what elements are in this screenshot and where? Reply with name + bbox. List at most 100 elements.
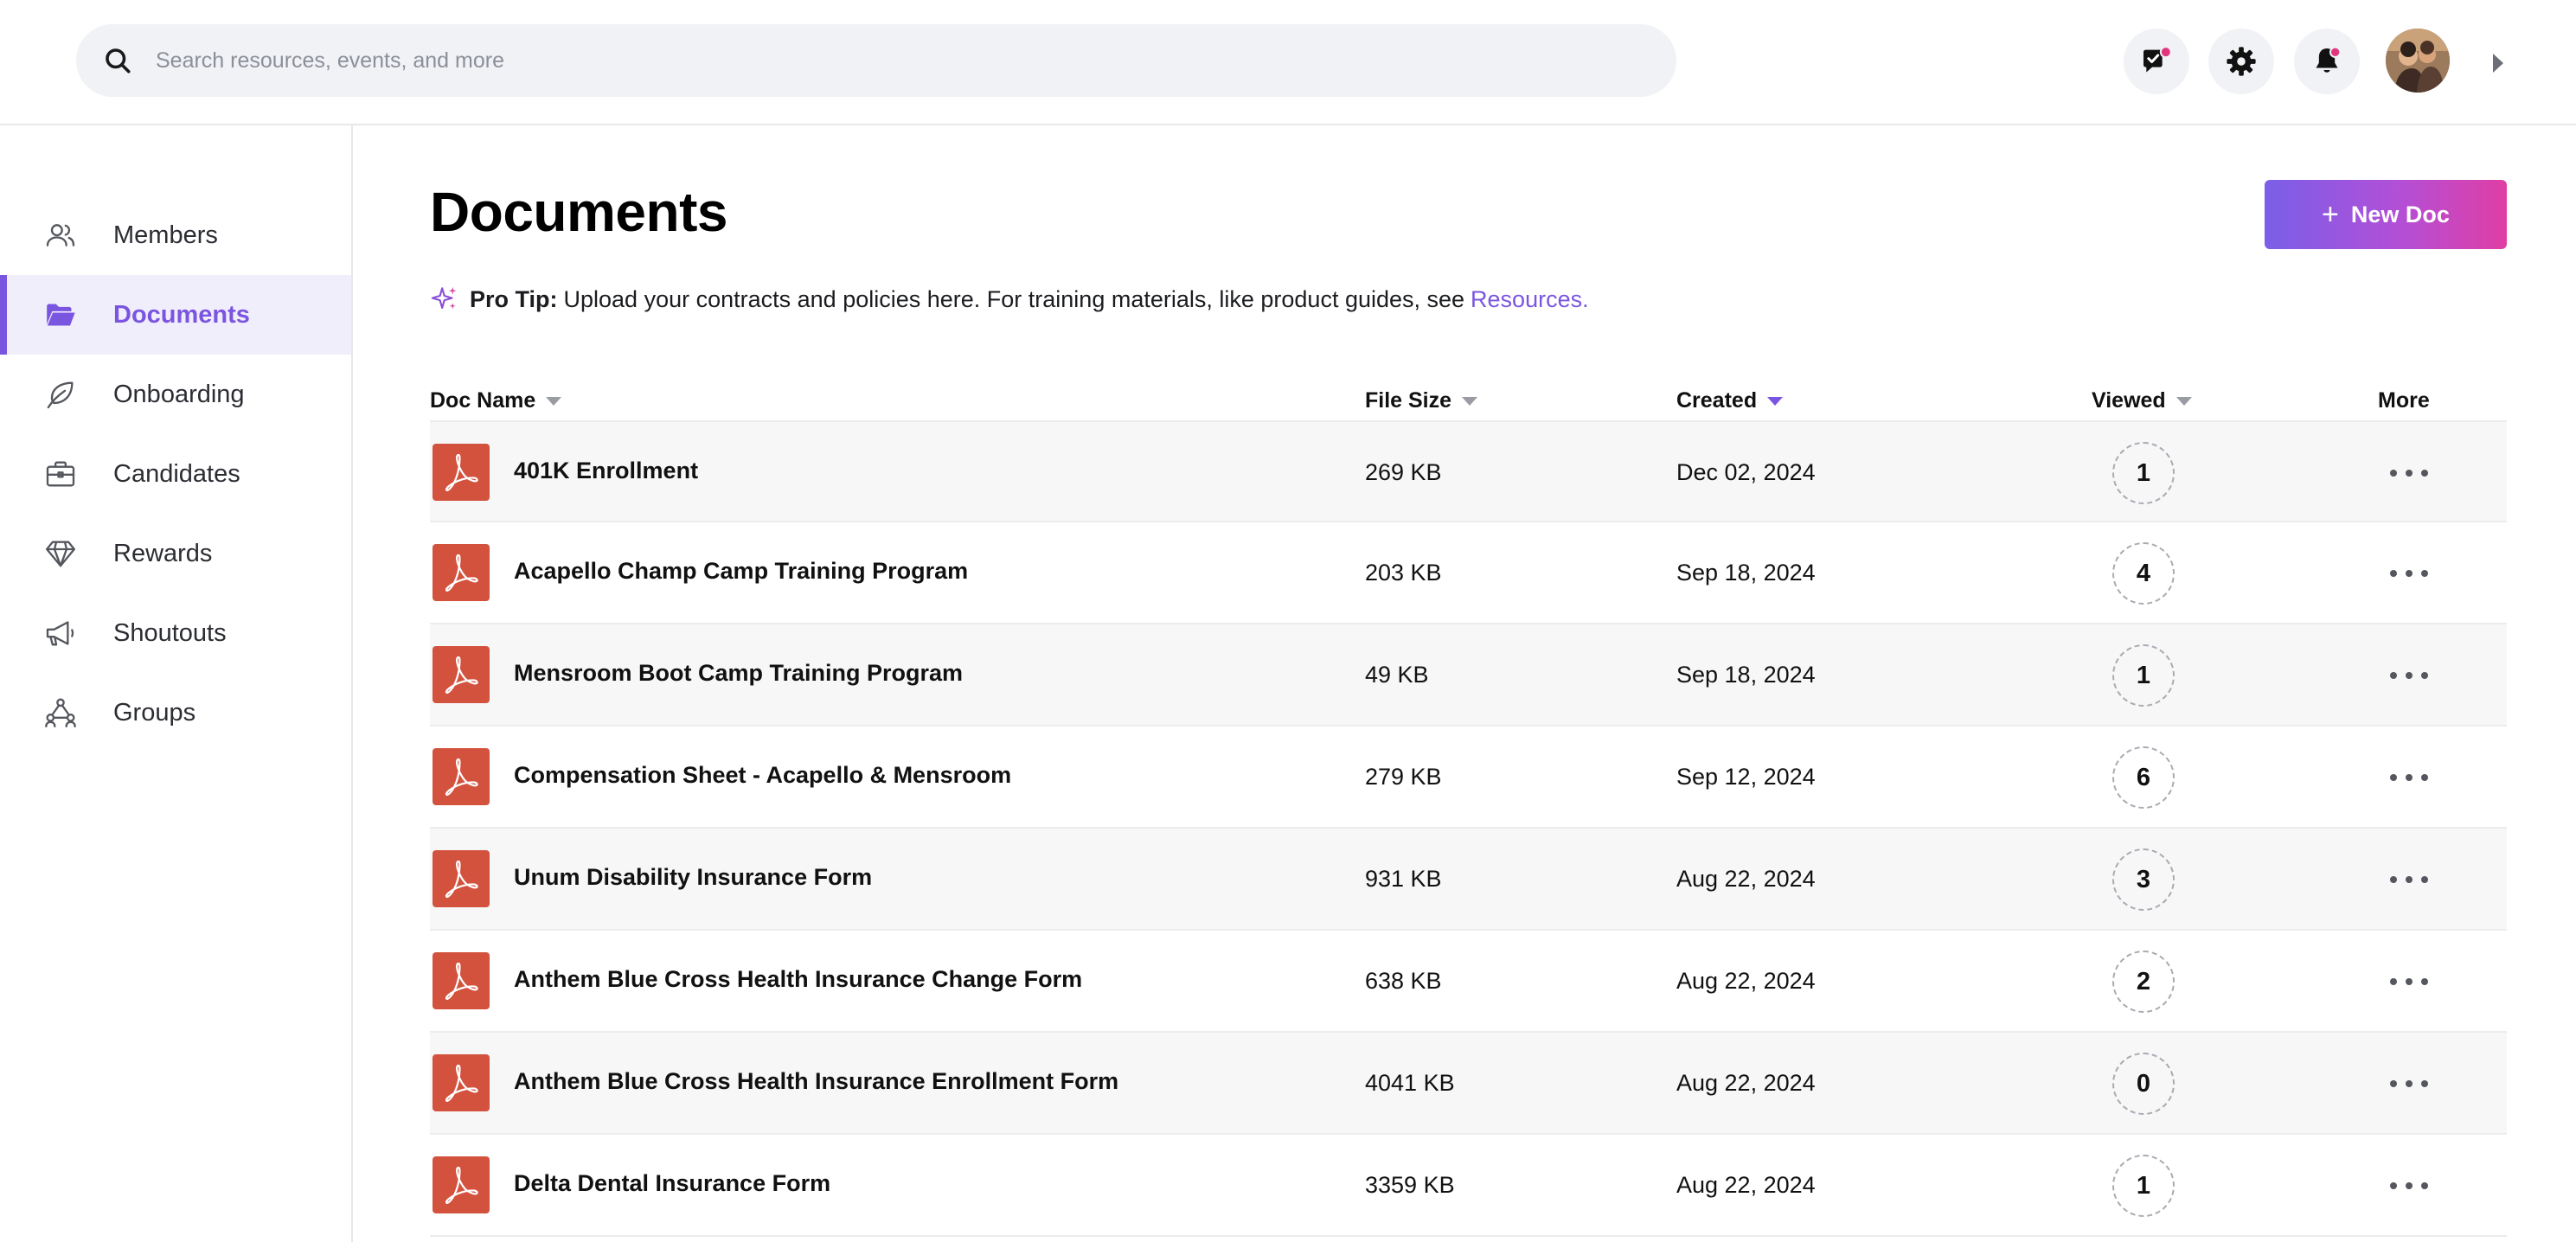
- sidebar-item-members[interactable]: Members: [0, 195, 351, 275]
- column-label: Created: [1676, 387, 1758, 413]
- search-input[interactable]: [156, 24, 1644, 97]
- sort-down-icon: [546, 397, 562, 406]
- dot: [2390, 672, 2397, 679]
- sort-down-icon: [2176, 397, 2192, 406]
- doc-name[interactable]: 401K Enrollment: [514, 458, 698, 484]
- avatar[interactable]: [2386, 29, 2450, 93]
- pro-tip: Pro Tip: Upload your contracts and polic…: [430, 282, 1589, 317]
- viewed-count[interactable]: 1: [2112, 1155, 2175, 1217]
- folder-open-icon: [47, 304, 75, 326]
- table-row[interactable]: Mensroom Boot Camp Training Program 49 K…: [430, 624, 2507, 727]
- column-file-size[interactable]: File Size: [1365, 381, 1478, 420]
- sidebar-item-shoutouts[interactable]: Shoutouts: [0, 593, 351, 673]
- dot: [2406, 1080, 2413, 1087]
- sidebar: Members Documents Onboarding Candidates …: [0, 125, 353, 1242]
- sidebar-item-candidates[interactable]: Candidates: [0, 434, 351, 514]
- doc-name[interactable]: Compensation Sheet - Acapello & Mensroom: [514, 762, 1011, 789]
- column-doc-name[interactable]: Doc Name: [430, 381, 562, 420]
- dot: [2406, 470, 2413, 477]
- created-date: Aug 22, 2024: [1676, 968, 1816, 994]
- chat-notification-icon: [2143, 46, 2172, 73]
- file-size: 4041 KB: [1365, 1070, 1455, 1096]
- table-row[interactable]: 401K Enrollment 269 KB Dec 02, 2024 1: [430, 420, 2507, 522]
- viewed-count[interactable]: 4: [2112, 542, 2175, 605]
- caret-right-icon[interactable]: [2493, 54, 2503, 73]
- dot: [2390, 1080, 2397, 1087]
- created-date: Sep 12, 2024: [1676, 764, 1816, 790]
- doc-name[interactable]: Acapello Champ Camp Training Program: [514, 558, 968, 585]
- dot: [2390, 470, 2397, 477]
- more-button[interactable]: [2385, 663, 2433, 688]
- column-created[interactable]: Created: [1676, 381, 1784, 420]
- pdf-file-icon: [433, 850, 490, 907]
- gear-icon: [2227, 47, 2256, 76]
- sidebar-item-documents[interactable]: Documents: [0, 275, 351, 355]
- dot: [2421, 570, 2428, 577]
- top-bar: [0, 0, 2576, 125]
- messages-button[interactable]: [2124, 29, 2189, 94]
- more-button[interactable]: [2385, 765, 2433, 791]
- settings-button[interactable]: [2208, 29, 2274, 94]
- viewed-count[interactable]: 2: [2112, 951, 2175, 1013]
- table-row[interactable]: Anthem Blue Cross Health Insurance Chang…: [430, 931, 2507, 1033]
- resources-link[interactable]: Resources.: [1471, 286, 1589, 313]
- more-button[interactable]: [2385, 969, 2433, 995]
- column-label: Doc Name: [430, 387, 536, 413]
- created-date: Aug 22, 2024: [1676, 866, 1816, 892]
- table-row[interactable]: Unum Disability Insurance Form 931 KB Au…: [430, 829, 2507, 931]
- doc-name[interactable]: Anthem Blue Cross Health Insurance Enrol…: [514, 1068, 1118, 1095]
- more-button[interactable]: [2385, 460, 2433, 486]
- search-bar[interactable]: [76, 24, 1676, 97]
- dot: [2406, 876, 2413, 883]
- sidebar-item-rewards[interactable]: Rewards: [0, 514, 351, 593]
- dot: [2421, 672, 2428, 679]
- file-size: 638 KB: [1365, 968, 1442, 994]
- column-viewed[interactable]: Viewed: [2092, 381, 2192, 420]
- viewed-count[interactable]: 0: [2112, 1053, 2175, 1115]
- table-row[interactable]: Anthem Blue Cross Health Insurance Enrol…: [430, 1033, 2507, 1135]
- file-size: 203 KB: [1365, 560, 1442, 586]
- dot: [2406, 978, 2413, 985]
- sidebar-item-label: Members: [113, 221, 218, 249]
- sidebar-item-groups[interactable]: Groups: [0, 673, 351, 752]
- column-label: File Size: [1365, 387, 1452, 413]
- viewed-count[interactable]: 1: [2112, 442, 2175, 504]
- dot: [2406, 570, 2413, 577]
- doc-name[interactable]: Mensroom Boot Camp Training Program: [514, 660, 963, 687]
- table-row[interactable]: Compensation Sheet - Acapello & Mensroom…: [430, 727, 2507, 829]
- more-button[interactable]: [2385, 560, 2433, 586]
- briefcase-icon: [46, 461, 75, 487]
- pdf-file-icon: [433, 1156, 490, 1213]
- doc-name[interactable]: Unum Disability Insurance Form: [514, 864, 872, 891]
- documents-table: 401K Enrollment 269 KB Dec 02, 2024 1 Ac…: [430, 420, 2507, 1237]
- notifications-button[interactable]: [2294, 29, 2360, 94]
- more-button[interactable]: [2385, 1173, 2433, 1199]
- file-size: 49 KB: [1365, 662, 1429, 688]
- viewed-count[interactable]: 3: [2112, 848, 2175, 911]
- users-icon: [46, 224, 75, 246]
- sidebar-item-onboarding[interactable]: Onboarding: [0, 355, 351, 434]
- doc-name[interactable]: Delta Dental Insurance Form: [514, 1170, 830, 1197]
- table-row[interactable]: Delta Dental Insurance Form 3359 KB Aug …: [430, 1135, 2507, 1237]
- viewed-count[interactable]: 1: [2112, 644, 2175, 707]
- new-doc-button[interactable]: + New Doc: [2265, 180, 2507, 249]
- column-label: Viewed: [2092, 387, 2166, 413]
- more-button[interactable]: [2385, 1071, 2433, 1097]
- viewed-count[interactable]: 6: [2112, 746, 2175, 809]
- file-size: 3359 KB: [1365, 1172, 1455, 1198]
- sidebar-item-label: Rewards: [113, 539, 213, 567]
- table-row[interactable]: Acapello Champ Camp Training Program 203…: [430, 522, 2507, 624]
- pdf-file-icon: [433, 646, 490, 703]
- diamond-icon: [46, 541, 76, 567]
- sidebar-item-label: Documents: [113, 300, 250, 329]
- file-size: 931 KB: [1365, 866, 1442, 892]
- pdf-file-icon: [433, 748, 490, 805]
- sparkle-icon: [431, 286, 457, 310]
- doc-name[interactable]: Anthem Blue Cross Health Insurance Chang…: [514, 966, 1082, 993]
- sidebar-item-label: Groups: [113, 698, 196, 727]
- sort-down-icon: [1767, 397, 1784, 406]
- more-button[interactable]: [2385, 867, 2433, 893]
- dot: [2390, 570, 2397, 577]
- pdf-file-icon: [433, 544, 490, 601]
- created-date: Aug 22, 2024: [1676, 1172, 1816, 1198]
